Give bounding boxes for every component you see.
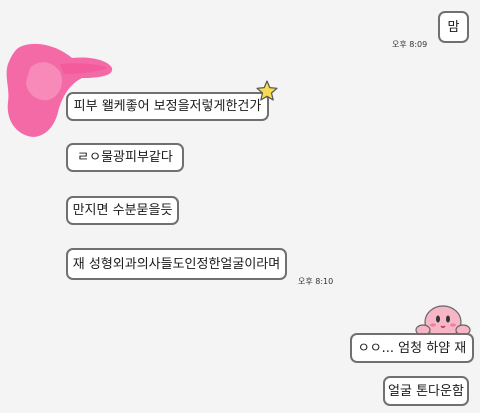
message-bubble-received[interactable]: 만지면 수분묻을듯: [66, 196, 179, 225]
message-text: 재 성형외과의사들도인정한얼굴이라며: [72, 256, 281, 272]
message-text: ㅇㅇ... 엄청 하얌 재: [357, 340, 467, 356]
star-icon: [256, 80, 278, 101]
message-text: 맘: [447, 19, 460, 35]
message-bubble-received[interactable]: 피부 왤케좋어 보정을저렇게한건가: [66, 92, 269, 121]
message-bubble-sent[interactable]: 맘: [438, 11, 469, 43]
message-text: 피부 왤케좋어 보정을저렇게한건가: [73, 99, 262, 114]
message-text: 만지면 수분묻을듯: [72, 203, 173, 218]
message-bubble-sent[interactable]: ㅇㅇ... 엄청 하얌 재: [350, 333, 474, 363]
message-text: ㄹㅇ물광피부같다: [77, 150, 173, 165]
message-bubble-sent[interactable]: 얼굴 톤다운함: [383, 376, 469, 406]
message-bubble-received[interactable]: 재 성형외과의사들도인정한얼굴이라며: [66, 248, 287, 280]
message-timestamp: 오후 8:09: [392, 40, 428, 49]
message-bubble-received[interactable]: ㄹㅇ물광피부같다: [66, 143, 184, 172]
message-text: 얼굴 톤다운함: [388, 383, 464, 399]
message-timestamp: 오후 8:10: [298, 277, 334, 286]
